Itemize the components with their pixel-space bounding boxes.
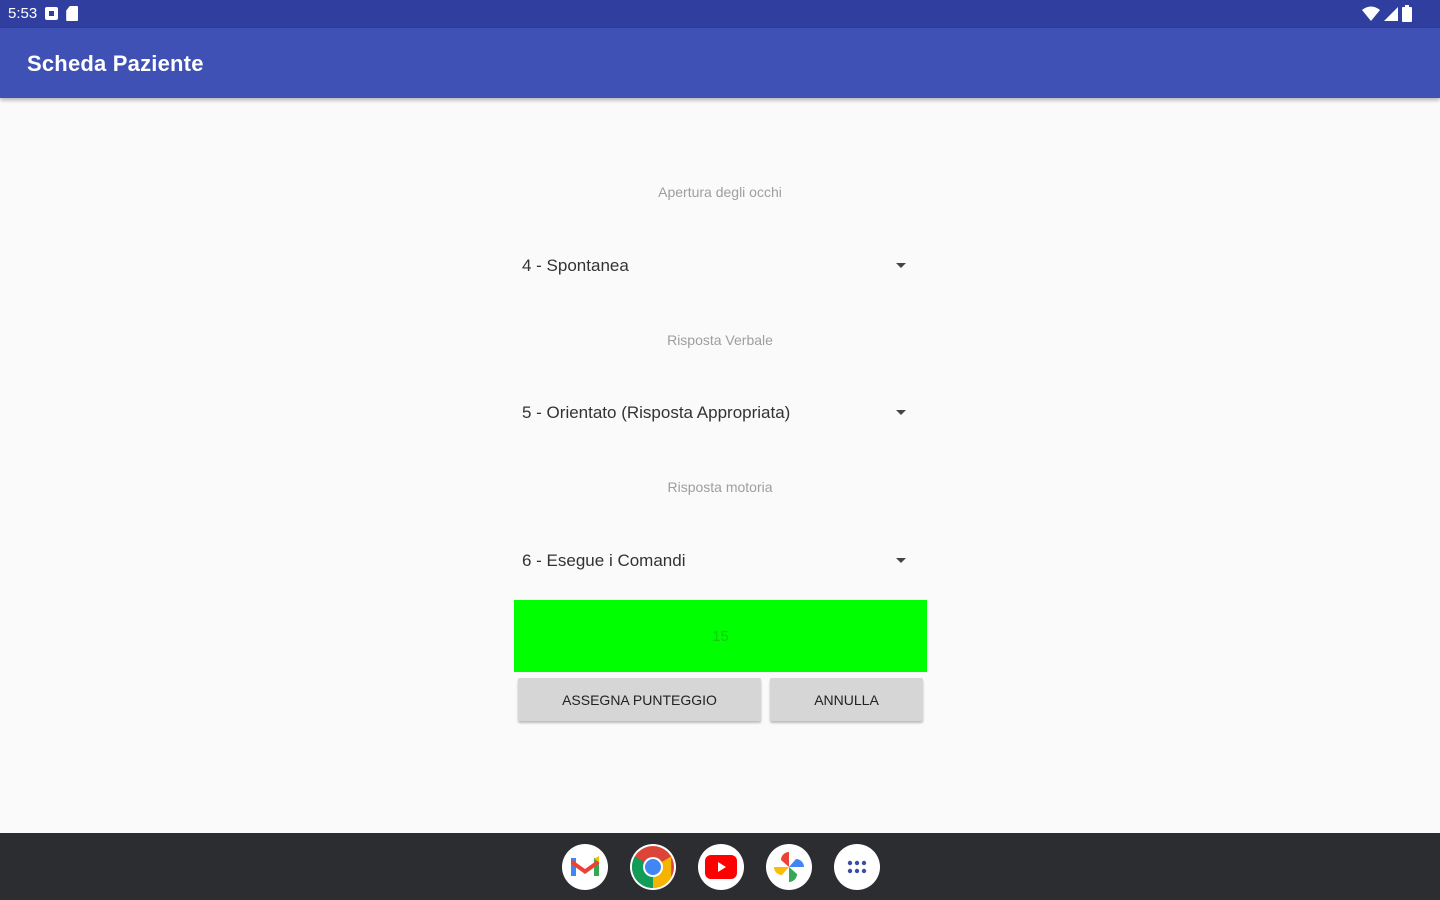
page-title: Scheda Paziente [27,51,204,76]
motor-response-value: 6 - Esegue i Comandi [522,551,686,570]
cancel-button[interactable]: ANNULLA [770,678,923,721]
app-bar: Scheda Paziente [0,28,1440,98]
verbal-response-label: Risposta Verbale [667,332,773,348]
motor-response-spinner[interactable]: 6 - Esegue i Comandi [514,537,926,585]
verbal-response-value: 5 - Orientato (Risposta Appropriata) [522,403,791,422]
status-bar: 5:53 [0,0,1440,28]
signal-icon [1384,6,1398,21]
app-drawer-icon[interactable] [834,844,880,890]
motor-response-label: Risposta motoria [667,479,773,495]
app-dock [562,844,880,890]
photos-icon[interactable] [766,844,812,890]
eye-opening-spinner[interactable]: 4 - Spontanea [514,242,926,290]
gmail-icon[interactable] [562,844,608,890]
youtube-icon[interactable] [698,844,744,890]
verbal-response-spinner[interactable]: 5 - Orientato (Risposta Appropriata) [514,389,926,437]
assign-score-button[interactable]: ASSEGNA PUNTEGGIO [518,678,761,721]
wifi-icon [1362,6,1380,21]
navigation-bar [0,833,1440,900]
gcs-score-value: 15 [712,627,729,645]
dropdown-arrow-icon [896,558,906,563]
patient-form: Apertura degli occhi 4 - Spontanea Rispo… [0,98,1440,833]
sd-card-icon [66,6,79,21]
notification-icon [45,7,59,20]
dropdown-arrow-icon [896,263,906,268]
chrome-icon[interactable] [630,844,676,890]
eye-opening-label: Apertura degli occhi [658,184,782,200]
dropdown-arrow-icon [896,410,906,415]
status-time: 5:53 [8,5,38,22]
eye-opening-value: 4 - Spontanea [522,256,629,275]
battery-icon [1402,5,1412,22]
gcs-score-display: 15 [514,600,927,672]
